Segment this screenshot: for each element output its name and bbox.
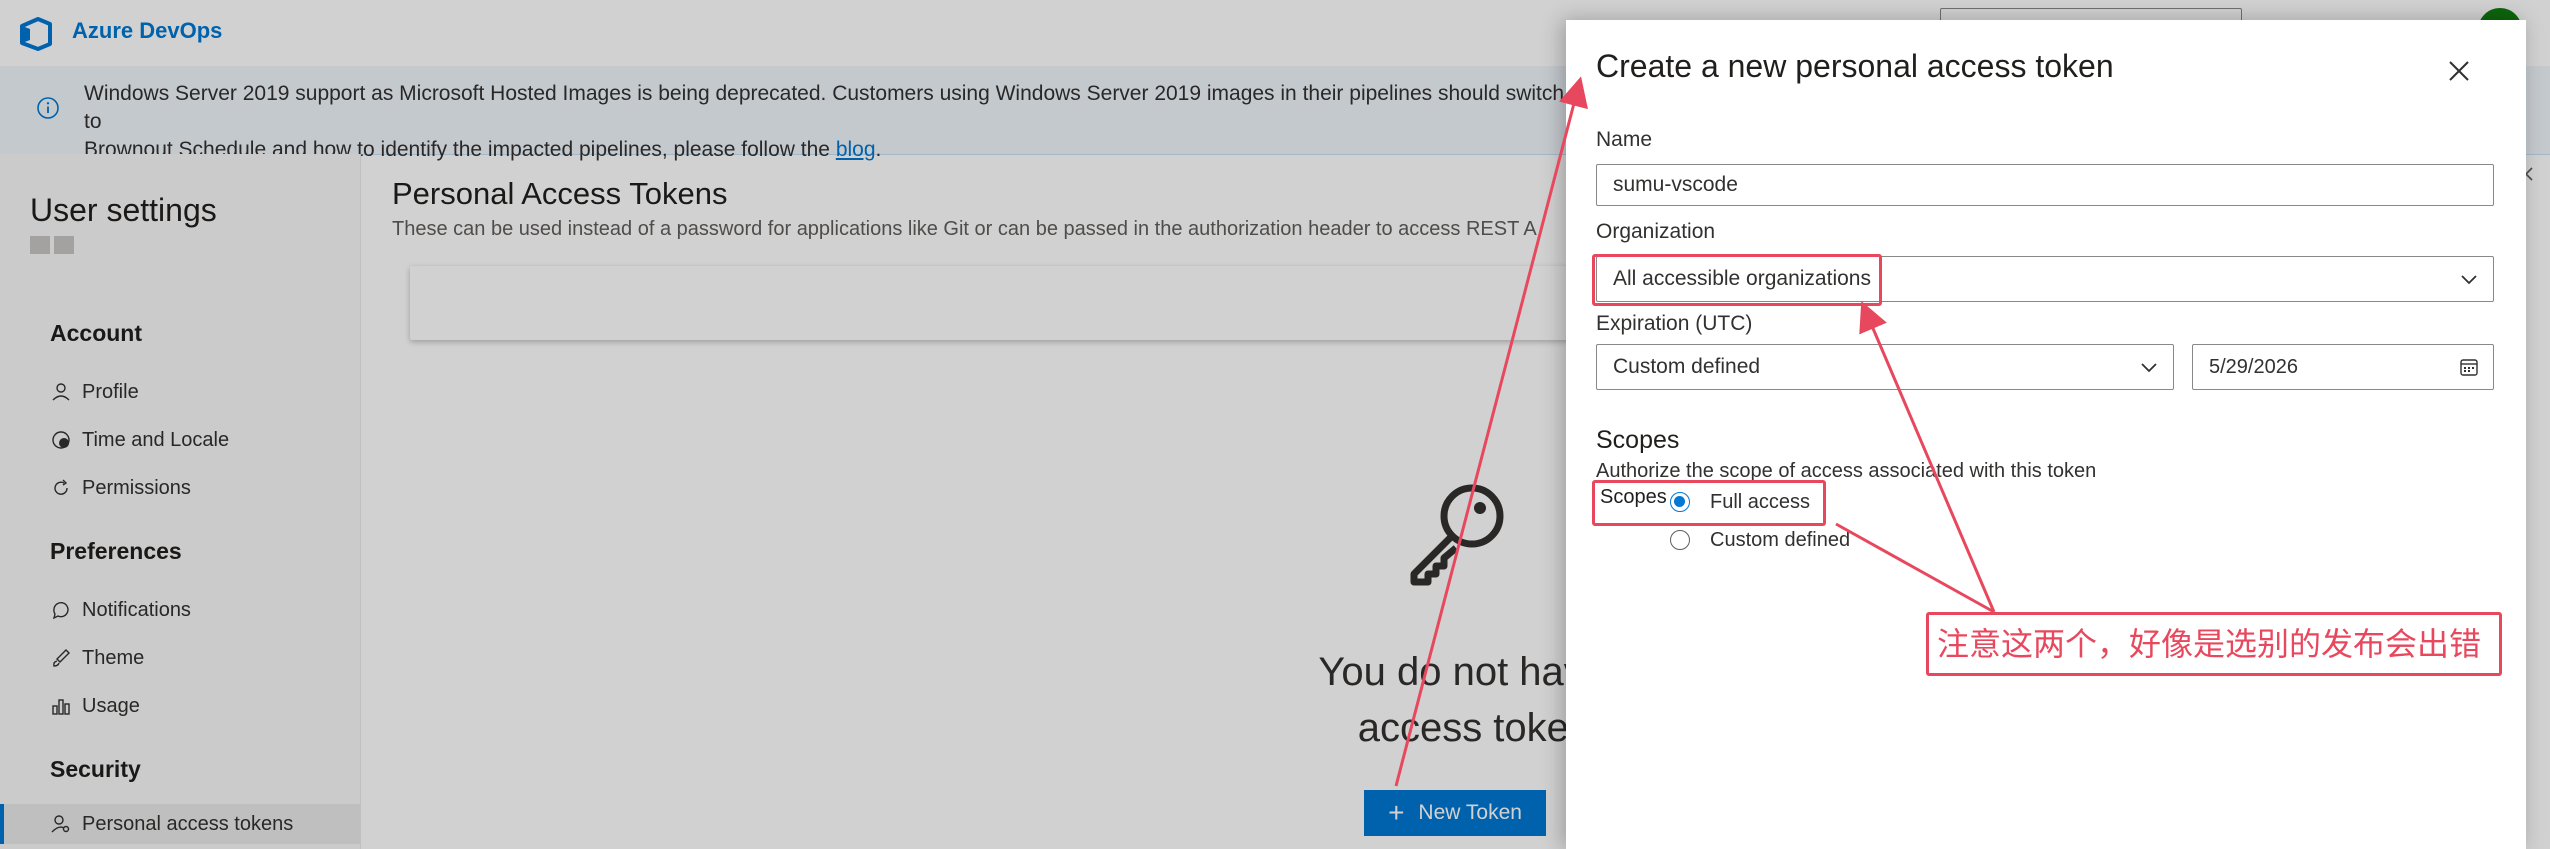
name-label: Name bbox=[1596, 128, 1653, 151]
radio-unselected[interactable] bbox=[1670, 530, 1690, 550]
create-token-panel: Create a new personal access token Name … bbox=[1566, 20, 2526, 849]
expiration-value: Custom defined bbox=[1613, 355, 1761, 378]
date-value: 5/29/2026 bbox=[2209, 356, 2298, 378]
scopes-heading: Scopes bbox=[1596, 426, 1680, 454]
organization-label: Organization bbox=[1596, 220, 1716, 243]
chevron-down-icon bbox=[2461, 275, 2477, 285]
name-input[interactable] bbox=[1596, 164, 2494, 206]
scope-option-label: Custom defined bbox=[1710, 528, 1851, 551]
page: Azure DevOps Windows Server 2019 support… bbox=[0, 0, 2550, 849]
expiration-dropdown[interactable]: Custom defined bbox=[1596, 344, 2174, 390]
calendar-icon[interactable] bbox=[2459, 357, 2479, 377]
annotation-box-organization bbox=[1592, 254, 1882, 306]
scope-option-custom-defined[interactable]: Custom defined bbox=[1670, 524, 1850, 556]
chevron-down-icon bbox=[2141, 363, 2157, 373]
expiration-label: Expiration (UTC) bbox=[1596, 312, 1753, 335]
expiration-date-input[interactable]: 5/29/2026 bbox=[2192, 344, 2494, 390]
panel-title: Create a new personal access token bbox=[1596, 48, 2114, 84]
annotation-note: 注意这两个，好像是选别的发布会出错 bbox=[1926, 612, 2502, 676]
close-icon[interactable] bbox=[2446, 58, 2472, 84]
annotation-box-scopes bbox=[1592, 480, 1826, 526]
